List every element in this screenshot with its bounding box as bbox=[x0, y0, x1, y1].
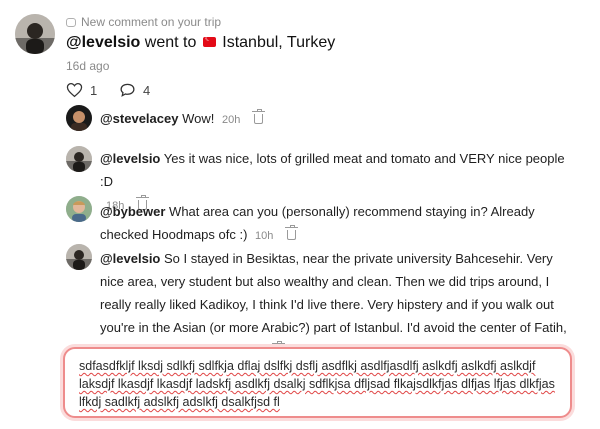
comment-bubble-icon bbox=[66, 17, 76, 27]
author-avatar[interactable] bbox=[15, 14, 55, 54]
delete-trash-icon[interactable] bbox=[285, 225, 299, 240]
reply-text: sdfasdfkljf lksdj sdlkfj sdlfkja dflaj d… bbox=[79, 359, 555, 409]
heart-icon bbox=[66, 82, 83, 98]
reply-textarea[interactable]: sdfasdfkljf lksdj sdlkfj sdlfkja dflaj d… bbox=[63, 347, 572, 418]
turkey-flag-icon bbox=[202, 34, 216, 47]
comment-text: What area can you (personally) recommend… bbox=[100, 204, 535, 242]
commenter-avatar[interactable] bbox=[66, 105, 92, 131]
timestamp: 16d ago bbox=[66, 59, 110, 73]
comment-author[interactable]: @bybewer bbox=[100, 204, 165, 219]
commenter-avatar[interactable] bbox=[66, 146, 92, 172]
comment-author[interactable]: @levelsio bbox=[100, 251, 160, 266]
comment-count-button[interactable]: 4 bbox=[119, 82, 150, 98]
comment-item: @bybewer What area can you (personally) … bbox=[100, 200, 570, 248]
comment-text: So I stayed in Besiktas, near the privat… bbox=[100, 251, 567, 358]
comment-icon bbox=[120, 83, 135, 97]
title-handle[interactable]: @levelsio bbox=[66, 34, 140, 51]
comment-author[interactable]: @stevelacey bbox=[100, 111, 178, 126]
commenter-avatar[interactable] bbox=[66, 196, 92, 222]
comment-time: 10h bbox=[255, 230, 274, 242]
like-button[interactable]: 1 bbox=[66, 82, 97, 98]
title-action: went to bbox=[144, 34, 197, 51]
comment-text: Yes it was nice, lots of grilled meat an… bbox=[100, 151, 565, 189]
notification-label: New comment on your trip bbox=[66, 15, 221, 29]
comment-text: Wow! bbox=[182, 111, 215, 126]
comment-item: @stevelacey Wow! 20h bbox=[100, 107, 570, 132]
commenter-avatar[interactable] bbox=[66, 244, 92, 270]
page-title: @levelsio went to Istanbul, Turkey bbox=[66, 34, 335, 52]
like-count: 1 bbox=[90, 82, 98, 98]
comment-author[interactable]: @levelsio bbox=[100, 151, 160, 166]
delete-trash-icon[interactable] bbox=[251, 109, 265, 124]
comment-count: 4 bbox=[143, 82, 151, 98]
comment-time: 20h bbox=[221, 114, 241, 126]
title-place[interactable]: Istanbul, Turkey bbox=[222, 34, 335, 51]
